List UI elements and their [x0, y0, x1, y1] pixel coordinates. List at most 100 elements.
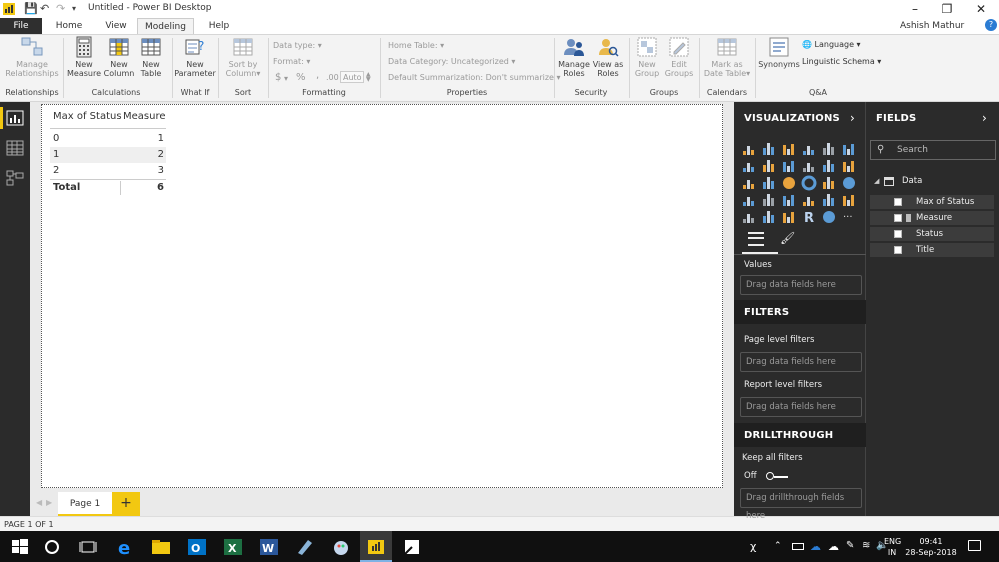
- cloud-icon[interactable]: ☁: [828, 540, 839, 553]
- currency-dropdown-icon[interactable]: ▾: [284, 74, 288, 83]
- visual-stacked-bar-icon[interactable]: [743, 146, 754, 155]
- table-header-max-of-status[interactable]: Max of Status: [53, 109, 123, 125]
- help-icon[interactable]: ?: [985, 19, 997, 31]
- tray-chevron-icon[interactable]: ⌃: [774, 541, 782, 551]
- minimize-button[interactable]: –: [900, 0, 930, 18]
- language-dropdown[interactable]: 🌐 Language ▾: [802, 40, 861, 49]
- decimal-places-input[interactable]: Auto: [340, 71, 364, 83]
- visual-kpi-icon[interactable]: [843, 195, 854, 206]
- report-filters-drop-zone[interactable]: Drag data fields here: [740, 397, 862, 417]
- tab-help[interactable]: Help: [203, 18, 235, 34]
- fields-well-tab-icon[interactable]: [748, 232, 764, 246]
- percent-button[interactable]: %: [296, 72, 306, 83]
- new-group-button[interactable]: New Group: [632, 36, 662, 78]
- people-icon[interactable]: χ: [750, 540, 756, 553]
- data-type-dropdown[interactable]: Data type: ▾: [273, 41, 322, 50]
- file-explorer-icon[interactable]: [149, 535, 173, 559]
- edge-icon[interactable]: e: [113, 535, 137, 559]
- report-view-icon[interactable]: [6, 110, 24, 126]
- format-dropdown[interactable]: Format: ▾: [273, 57, 310, 66]
- scroll-left-icon[interactable]: ◀: [36, 498, 42, 507]
- field-item-title[interactable]: Title: [870, 243, 994, 257]
- redo-icon[interactable]: ↷: [56, 2, 65, 16]
- language-indicator[interactable]: ENG IN: [884, 536, 901, 558]
- visual-area-icon[interactable]: [763, 160, 774, 172]
- outlook-icon[interactable]: O: [185, 535, 209, 559]
- sort-by-column-button[interactable]: Sort by Column▾: [220, 36, 266, 78]
- new-measure-button[interactable]: New Measure: [66, 36, 102, 78]
- word-icon[interactable]: W: [257, 535, 281, 559]
- visual-pie-icon[interactable]: [783, 177, 795, 189]
- visual-scatter-icon[interactable]: [763, 177, 774, 189]
- tab-modeling[interactable]: Modeling: [137, 18, 194, 34]
- visual-slicer-icon[interactable]: [743, 214, 754, 223]
- visual-stacked-column-icon[interactable]: [763, 143, 774, 155]
- visual-table-icon[interactable]: [763, 211, 774, 223]
- field-item-status[interactable]: Status: [870, 227, 994, 241]
- model-view-icon[interactable]: [6, 170, 24, 186]
- restore-button[interactable]: ❐: [932, 0, 962, 18]
- table-header-measure[interactable]: Measure: [123, 109, 166, 125]
- collapse-fields-icon[interactable]: ›: [982, 111, 987, 125]
- visual-funnel-icon[interactable]: [763, 194, 774, 206]
- clock[interactable]: 09:41 28-Sep-2018: [904, 536, 958, 558]
- field-item-measure[interactable]: Measure: [870, 211, 994, 225]
- visual-more-icon[interactable]: ···: [843, 212, 853, 223]
- view-as-roles-button[interactable]: View as Roles: [591, 36, 625, 78]
- checkbox[interactable]: [894, 246, 902, 254]
- data-category-dropdown[interactable]: Data Category: Uncategorized ▾: [388, 57, 515, 66]
- manage-relationships-button[interactable]: Manage Relationships: [3, 36, 61, 78]
- data-view-icon[interactable]: [6, 140, 24, 156]
- visual-gauge-icon[interactable]: [783, 195, 794, 206]
- checkbox[interactable]: [894, 198, 902, 206]
- checkbox[interactable]: [894, 230, 902, 238]
- visual-multi-row-card-icon[interactable]: [823, 194, 834, 206]
- powerbi-taskbar-icon[interactable]: [364, 535, 388, 559]
- table-visual[interactable]: Max of Status Measure 0 1 1 2 2 3 Total …: [50, 107, 168, 197]
- visual-donut-icon[interactable]: [801, 175, 817, 191]
- comma-button[interactable]: ,: [316, 70, 319, 81]
- wifi-icon[interactable]: ≋: [862, 540, 870, 551]
- drillthrough-drop-zone[interactable]: Drag drillthrough fields here: [740, 488, 862, 521]
- field-item-max-of-status[interactable]: Max of Status: [870, 195, 994, 209]
- save-icon[interactable]: 💾: [24, 2, 38, 16]
- expand-table-icon[interactable]: ◢: [874, 177, 879, 185]
- keep-all-filters-toggle[interactable]: [766, 471, 788, 481]
- visual-clustered-bar-icon[interactable]: [783, 144, 794, 155]
- excel-icon[interactable]: X: [221, 535, 245, 559]
- page-filters-drop-zone[interactable]: Drag data fields here: [740, 352, 862, 372]
- default-summarization-dropdown[interactable]: Default Summarization: Don't summarize ▾: [388, 73, 561, 82]
- new-table-button[interactable]: New Table: [136, 36, 166, 78]
- edit-groups-button[interactable]: Edit Groups: [662, 36, 696, 78]
- undo-icon[interactable]: ↶: [40, 2, 49, 16]
- linguistic-schema-dropdown[interactable]: Linguistic Schema ▾: [802, 57, 881, 66]
- manage-roles-button[interactable]: Manage Roles: [557, 36, 591, 78]
- pen-app-icon[interactable]: [293, 535, 317, 559]
- visual-map-icon[interactable]: [843, 177, 855, 189]
- pen-tray-icon[interactable]: ✎: [846, 540, 854, 551]
- home-table-dropdown[interactable]: Home Table: ▾: [388, 41, 444, 50]
- visual-stacked-area-icon[interactable]: [783, 161, 794, 172]
- paint-app-icon[interactable]: [329, 535, 353, 559]
- mark-as-date-table-button[interactable]: Mark as Date Table▾: [702, 36, 752, 78]
- visual-100-bar-icon[interactable]: [823, 143, 834, 155]
- visual-waterfall-icon[interactable]: [743, 180, 754, 189]
- decimal-icon[interactable]: .00: [326, 73, 339, 82]
- new-parameter-button[interactable]: ? New Parameter: [174, 36, 216, 78]
- visual-matrix-icon[interactable]: [783, 212, 794, 223]
- currency-button[interactable]: $: [275, 72, 281, 83]
- tab-home[interactable]: Home: [52, 18, 86, 34]
- visual-clustered-column-icon[interactable]: [803, 146, 814, 155]
- visual-line-icon[interactable]: [743, 163, 754, 172]
- customize-quick-access-icon[interactable]: ▾: [72, 2, 76, 16]
- visual-gallery[interactable]: R ···: [740, 140, 860, 226]
- visual-globe-icon[interactable]: [823, 211, 835, 223]
- action-center-icon[interactable]: [968, 540, 981, 551]
- report-page[interactable]: Max of Status Measure 0 1 1 2 2 3 Total …: [41, 104, 723, 488]
- visual-line-column-icon[interactable]: [803, 163, 814, 172]
- collapse-visualizations-icon[interactable]: ›: [850, 111, 855, 125]
- page-tab[interactable]: Page 1: [58, 492, 112, 516]
- add-page-button[interactable]: +: [112, 492, 140, 516]
- task-view-icon[interactable]: [76, 535, 100, 559]
- visual-100-column-icon[interactable]: [843, 144, 854, 155]
